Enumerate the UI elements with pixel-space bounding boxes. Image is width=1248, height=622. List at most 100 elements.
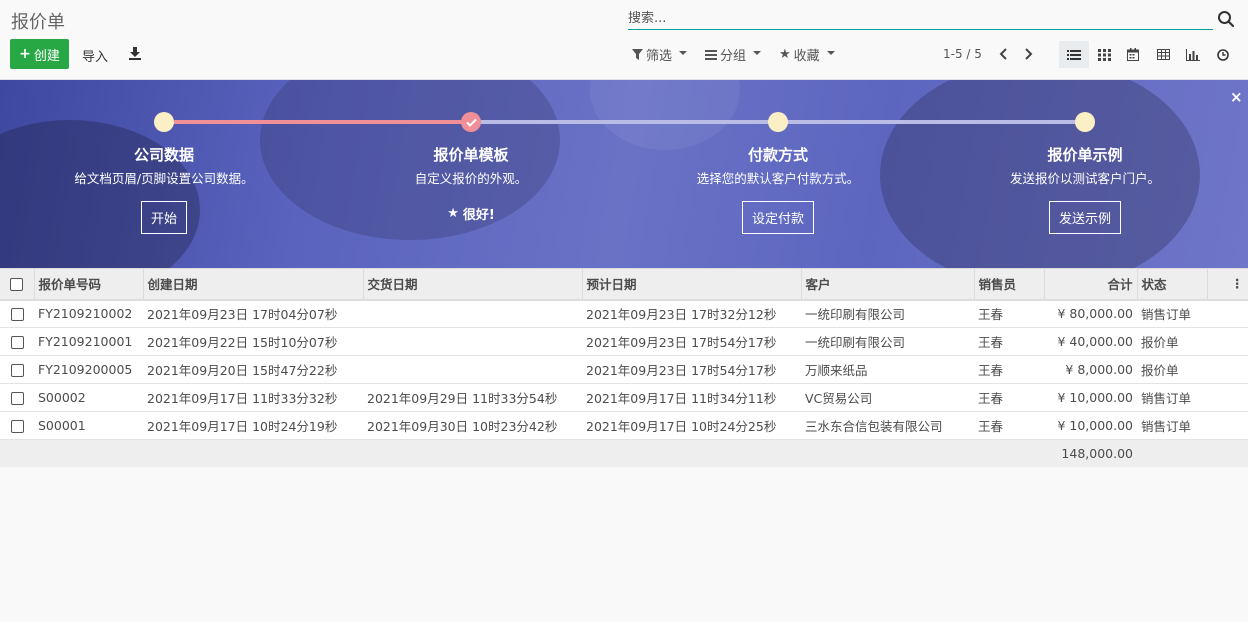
table-row[interactable]: FY2109210002 2021年09月23日 17时04分07秒 2021年… [0, 299, 1248, 328]
step-sample: 报价单示例 发送报价以测试客户门户。 发送示例 [945, 144, 1225, 234]
cell-number: S00002 [34, 383, 143, 412]
pager-next-icon[interactable] [1021, 46, 1035, 62]
cell-total: ¥ 10,000.00 [1044, 411, 1137, 440]
cell-total: ¥ 40,000.00 [1044, 327, 1137, 356]
cell-total: ¥ 10,000.00 [1044, 383, 1137, 412]
step-title: 付款方式 [747, 146, 808, 164]
cell-customer: 万顺来纸品 [801, 355, 974, 384]
cell-delivery: 2021年09月30日 10时23分42秒 [363, 411, 582, 440]
cell-created: 2021年09月22日 15时10分07秒 [143, 327, 363, 356]
pager-value[interactable]: 1-5 / 5 [943, 47, 982, 61]
row-checkbox[interactable] [10, 336, 24, 349]
favorites-dropdown[interactable]: ★ 收藏 [779, 45, 835, 64]
pivot-view-button[interactable] [1148, 41, 1178, 68]
caret-down-icon [753, 50, 762, 55]
cell-expected: 2021年09月23日 17时54分17秒 [582, 327, 801, 356]
filter-label: 筛选 [646, 49, 673, 64]
table-row[interactable]: S00002 2021年09月17日 11时33分32秒 2021年09月29日… [0, 383, 1248, 412]
footer-total: 148,000.00 [1044, 439, 1137, 467]
column-header-status[interactable]: 状态 [1137, 268, 1208, 301]
search-input[interactable] [628, 8, 1213, 28]
cell-salesperson: 王春 [974, 411, 1044, 440]
cell-expected: 2021年09月17日 10时24分25秒 [582, 411, 801, 440]
grid-icon [1097, 48, 1111, 61]
cell-number: S00001 [34, 411, 143, 440]
row-checkbox[interactable] [10, 364, 24, 377]
set-payment-button[interactable]: 设定付款 [741, 201, 814, 234]
column-header-created[interactable]: 创建日期 [143, 268, 364, 301]
column-header-salesperson[interactable]: 销售员 [974, 268, 1045, 301]
cell-salesperson: 王春 [974, 299, 1044, 328]
cell-expected: 2021年09月23日 17时32分12秒 [582, 299, 801, 328]
step-dot-company [154, 112, 174, 132]
cell-number: FY2109210001 [34, 327, 143, 356]
cell-expected: 2021年09月17日 11时34分11秒 [582, 383, 801, 412]
kanban-view-button[interactable] [1089, 41, 1119, 68]
step-dot-payment [768, 112, 788, 132]
cell-created: 2021年09月20日 15时47分22秒 [143, 355, 363, 384]
step-description: 给文档页眉/页脚设置公司数据。 [74, 171, 254, 186]
column-header-customer[interactable]: 客户 [801, 268, 975, 301]
column-header-total[interactable]: 合计 [1044, 268, 1138, 301]
table-header-row: 报价单号码 创建日期 交货日期 预计日期 客户 销售员 合计 状态 ⋮ [0, 268, 1248, 301]
table-row[interactable]: FY2109210001 2021年09月22日 15时10分07秒 2021年… [0, 327, 1248, 356]
step-template: 报价单模板 自定义报价的外观。 ★ 很好! [331, 144, 611, 223]
send-sample-button[interactable]: 发送示例 [1048, 201, 1121, 234]
calendar-view-button[interactable] [1118, 41, 1148, 68]
filter-dropdown[interactable]: 筛选 [632, 45, 688, 64]
table-row[interactable]: S00001 2021年09月17日 10时24分19秒 2021年09月30日… [0, 411, 1248, 440]
cell-delivery [363, 327, 582, 356]
table-row[interactable]: FY2109200005 2021年09月20日 15时47分22秒 2021年… [0, 355, 1248, 384]
column-header-delivery[interactable]: 交货日期 [363, 268, 583, 301]
quotation-list: 报价单号码 创建日期 交货日期 预计日期 客户 销售员 合计 状态 ⋮ FY21… [0, 268, 1248, 467]
pager-previous-icon[interactable] [997, 46, 1011, 62]
cell-status: 销售订单 [1137, 383, 1248, 412]
close-icon[interactable]: × [1230, 88, 1243, 106]
cell-total: ¥ 80,000.00 [1044, 299, 1137, 328]
table-footer-row: 148,000.00 [0, 439, 1248, 467]
optional-columns-toggle[interactable]: ⋮ [1207, 268, 1248, 301]
import-button[interactable]: 导入 [82, 46, 108, 65]
cell-status: 销售订单 [1137, 299, 1248, 328]
select-all-cell [0, 268, 35, 301]
calendar-icon [1127, 48, 1139, 61]
list-view-button[interactable] [1059, 41, 1089, 68]
filter-icon [632, 49, 643, 60]
cell-created: 2021年09月17日 11时33分32秒 [143, 383, 363, 412]
cell-expected: 2021年09月23日 17时54分17秒 [582, 355, 801, 384]
create-button[interactable]: + 创建 [10, 39, 69, 69]
download-icon[interactable] [128, 46, 142, 60]
step-description: 自定义报价的外观。 [414, 171, 528, 186]
create-button-label: 创建 [33, 48, 60, 64]
start-button[interactable]: 开始 [140, 201, 187, 234]
cell-number: FY2109200005 [34, 355, 143, 384]
cell-customer: 三水东合信包装有限公司 [801, 411, 974, 440]
row-select-cell [0, 299, 34, 328]
row-checkbox[interactable] [10, 420, 24, 433]
step-title: 公司数据 [133, 146, 194, 164]
step-title: 报价单示例 [1047, 146, 1123, 164]
search-icon[interactable] [1217, 10, 1235, 28]
cell-customer: 一统印刷有限公司 [801, 299, 974, 328]
clock-icon [1217, 48, 1229, 61]
bar-chart-icon [1186, 48, 1200, 61]
step-dot-sample [1075, 112, 1095, 132]
plus-icon: + [19, 46, 31, 62]
column-header-number[interactable]: 报价单号码 [34, 268, 144, 301]
row-select-cell [0, 327, 34, 356]
group-by-dropdown[interactable]: 分组 [705, 45, 762, 64]
column-header-expected[interactable]: 预计日期 [582, 268, 802, 301]
graph-view-button[interactable] [1178, 41, 1208, 68]
step-title: 报价单模板 [433, 146, 509, 164]
select-all-checkbox[interactable] [10, 278, 24, 292]
row-checkbox[interactable] [10, 392, 24, 405]
step-payment: 付款方式 选择您的默认客户付款方式。 设定付款 [638, 144, 918, 234]
row-checkbox[interactable] [10, 308, 24, 322]
bars-icon [705, 50, 717, 60]
step-description: 选择您的默认客户付款方式。 [696, 171, 860, 186]
group-by-label: 分组 [720, 49, 747, 64]
activity-view-button[interactable] [1208, 41, 1238, 68]
cell-salesperson: 王春 [974, 383, 1044, 412]
cell-customer: VC贸易公司 [801, 383, 974, 412]
cell-status: 报价单 [1137, 355, 1248, 384]
